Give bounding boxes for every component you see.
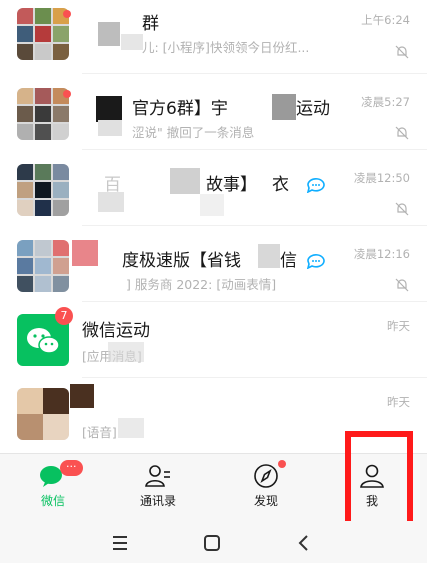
chat-time: 上午6:24 xyxy=(361,13,410,27)
contact-avatar xyxy=(17,388,69,440)
unread-dot xyxy=(63,10,71,18)
mute-icon xyxy=(395,202,409,216)
menu-icon[interactable] xyxy=(108,531,132,555)
chat-name-suffix: 衣 xyxy=(272,175,289,195)
chat-name: 故事】 xyxy=(206,175,257,195)
tab-contacts-label: 通讯录 xyxy=(139,494,176,508)
redacted-block xyxy=(98,120,122,136)
redacted-block xyxy=(258,244,280,268)
redacted-block xyxy=(96,96,122,122)
redacted-block xyxy=(118,418,144,438)
mute-icon xyxy=(395,278,409,292)
unread-count-badge: 7 xyxy=(55,307,73,325)
group-avatar xyxy=(17,8,69,60)
chat-time: 凌晨12:50 xyxy=(353,171,410,185)
chat-preview: [语音] xyxy=(82,425,117,440)
mute-icon xyxy=(395,45,409,59)
redacted-block xyxy=(70,384,94,408)
chat-name: 微信运动 xyxy=(82,321,150,341)
chat-time: 凌晨5:27 xyxy=(361,95,410,109)
chats-tab-badge: ··· xyxy=(60,460,83,476)
chat-row[interactable]: 度极速版【省钱 信 ] 服务商 2022: [动画表情] 凌晨12:16 xyxy=(0,226,427,302)
chat-time: 昨天 xyxy=(387,319,410,333)
chat-row[interactable]: 百 故事】 衣 凌晨12:50 xyxy=(0,150,427,226)
chat-name: 群 xyxy=(142,14,159,34)
tab-chats-label: 微信 xyxy=(40,494,65,508)
chat-list: 群 儿: [小程序]快领领今日份红... 上午6:24 官方6群】宇 运动 涩说… xyxy=(0,0,427,453)
compass-icon xyxy=(254,464,278,488)
unread-dot xyxy=(63,90,71,98)
chat-row[interactable]: 群 儿: [小程序]快领领今日份红... 上午6:24 xyxy=(0,0,427,74)
redacted-block xyxy=(272,94,296,120)
home-icon[interactable] xyxy=(200,531,224,555)
chat-preview: ] 服务商 2022: [动画表情] xyxy=(126,277,277,292)
discover-dot xyxy=(278,460,286,468)
mute-icon xyxy=(395,126,409,140)
service-icon xyxy=(306,254,325,269)
group-avatar xyxy=(17,240,69,292)
group-avatar xyxy=(17,164,69,216)
tab-discover[interactable]: 发现 xyxy=(226,454,306,522)
chat-name-suffix: 运动 xyxy=(296,99,330,119)
service-icon xyxy=(306,178,325,193)
tab-discover-label: 发现 xyxy=(253,494,278,508)
chat-time: 昨天 xyxy=(387,395,410,409)
redacted-block xyxy=(108,342,144,362)
chat-time: 凌晨12:16 xyxy=(353,247,410,261)
redacted-block xyxy=(121,34,143,50)
chat-row-wechat-sport[interactable]: 7 微信运动 [应用消息] 昨天 xyxy=(0,302,427,378)
contacts-icon xyxy=(145,465,170,487)
chat-name: 官方6群】宇 xyxy=(132,99,228,119)
tab-chats[interactable]: ··· 微信 xyxy=(13,454,93,522)
back-icon[interactable] xyxy=(292,531,316,555)
chat-preview: 涩说" 撤回了一条消息 xyxy=(132,125,255,140)
chat-preview: 儿: [小程序]快领领今日份红... xyxy=(142,40,310,55)
system-nav-bar xyxy=(0,521,427,563)
redacted-block xyxy=(72,240,98,266)
chat-row[interactable]: 官方6群】宇 运动 涩说" 撤回了一条消息 凌晨5:27 xyxy=(0,74,427,150)
chat-name: 度极速版【省钱 xyxy=(122,251,241,271)
redacted-block xyxy=(200,194,224,216)
group-avatar xyxy=(17,88,69,140)
redacted-block xyxy=(98,192,124,212)
tab-contacts[interactable]: 通讯录 xyxy=(118,454,198,522)
redacted-block xyxy=(170,168,200,194)
chat-name-suffix: 信 xyxy=(280,251,297,271)
redacted-block xyxy=(98,22,120,46)
